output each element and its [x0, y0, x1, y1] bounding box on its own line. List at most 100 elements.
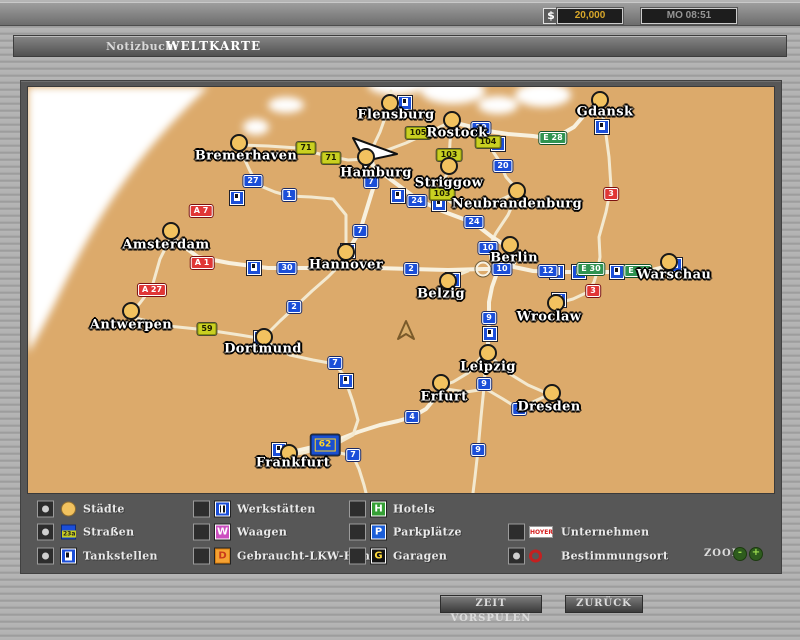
road-sign: E 30: [577, 263, 604, 275]
page-title: WELTKARTE: [166, 39, 261, 53]
road-sign: 62: [311, 435, 340, 456]
city-label: Flensburg: [357, 108, 434, 123]
city-label: Amsterdam: [122, 238, 209, 253]
time-display: MO 08:51: [641, 8, 737, 24]
legend-icon-holder: [529, 550, 542, 563]
legend-icon-holder: G: [371, 549, 386, 564]
fuel-station-icon: [339, 374, 353, 388]
road-sign: A 1: [191, 257, 214, 269]
legend-checkbox-strassen[interactable]: [37, 524, 54, 541]
legend-checkbox-staedte[interactable]: [37, 501, 54, 518]
legend-icon-holder: P: [371, 525, 386, 540]
city-marker[interactable]: [440, 157, 458, 175]
legend-label-werkstaetten: Werkstätten: [237, 503, 316, 516]
road-sign: 2: [287, 301, 301, 313]
road-sign: 1: [282, 189, 296, 201]
back-button[interactable]: ZURÜCK: [565, 595, 643, 613]
legend-icon-holder: [215, 502, 230, 517]
road-sign: 59: [197, 323, 216, 335]
destination-icon: [529, 550, 542, 563]
road-sign: 3: [604, 188, 618, 200]
top-status-bar: $ 20,000 MO 08:51: [0, 2, 800, 26]
legend-icon-holder: [61, 549, 76, 564]
road-sign: 7: [328, 357, 342, 369]
legend-label-strassen: Straßen: [83, 526, 134, 539]
city-label: Leipzig: [460, 360, 516, 375]
city-label: Warschau: [637, 268, 712, 283]
road-sign: 24: [407, 195, 426, 207]
road-sign: E 28: [539, 132, 566, 144]
road-sign: 12: [538, 265, 557, 277]
legend-label-waagen: Waagen: [237, 526, 287, 539]
road-icon: 23a: [61, 525, 76, 540]
legend-checkbox-hotels[interactable]: [349, 501, 366, 518]
city-label: Berlin: [490, 251, 538, 266]
hotel-icon: H: [371, 502, 386, 517]
city-label: Wroclaw: [517, 310, 582, 325]
city-label: Belzig: [417, 287, 465, 302]
road-sign: 30: [277, 262, 296, 274]
legend-label-unternehmen: Unternehmen: [561, 526, 649, 539]
fuel-station-icon: [483, 327, 497, 341]
fuel-station-icon: [610, 265, 624, 279]
legend-checkbox-parkplaetze[interactable]: [349, 524, 366, 541]
fast-forward-time-button[interactable]: ZEIT VORSPULEN: [440, 595, 542, 613]
city-label: Dresden: [517, 400, 580, 415]
notebook-header-bar: Notizbuch: WELTKARTE: [13, 35, 787, 57]
road-sign: A 27: [138, 284, 166, 296]
world-map[interactable]: 2717724242020302210101299944777171105104…: [27, 86, 775, 494]
legend-checkbox-gebraucht-lkw[interactable]: [193, 548, 210, 565]
city-label: Antwerpen: [90, 318, 172, 333]
legend-icon-holder: HOYER: [529, 526, 553, 538]
city-label: Hamburg: [340, 166, 412, 181]
legend-icon-holder: 23a: [61, 525, 76, 540]
map-panel: 2717724242020302210101299944777171105104…: [20, 80, 782, 574]
city-label: Dortmund: [224, 342, 302, 357]
road-sign: 9: [477, 378, 491, 390]
zoom-in-button[interactable]: +: [749, 547, 763, 561]
road-sign: 9: [471, 444, 485, 456]
company-icon: HOYER: [529, 526, 553, 538]
legend-label-hotels: Hotels: [393, 503, 435, 516]
road-sign: 20: [493, 160, 512, 172]
city-label: Erfurt: [420, 390, 467, 405]
checkbox-dot: [42, 506, 49, 513]
road-sign: A 7: [190, 205, 213, 217]
legend-label-parkplaetze: Parkplätze: [393, 526, 462, 539]
legend-checkbox-tankstellen[interactable]: [37, 548, 54, 565]
dealer-icon: D: [215, 549, 230, 564]
garage-icon: G: [371, 549, 386, 564]
junction-ring-icon: [476, 262, 491, 277]
workshop-icon: [215, 502, 230, 517]
zoom-out-button[interactable]: -: [733, 547, 747, 561]
map-markers-layer: 2717724242020302210101299944777171105104…: [28, 87, 774, 493]
city-label: Rostock: [426, 126, 487, 141]
road-sign: 9: [482, 312, 496, 324]
legend-checkbox-werkstaetten[interactable]: [193, 501, 210, 518]
road-sign: 4: [405, 411, 419, 423]
road-sign: 2: [404, 263, 418, 275]
legend-icon-holder: D: [215, 549, 230, 564]
city-marker[interactable]: [357, 148, 375, 166]
road-sign: 3: [586, 285, 600, 297]
checkbox-dot: [513, 553, 520, 560]
parking-icon: P: [371, 525, 386, 540]
legend-checkbox-bestimmungsort[interactable]: [508, 548, 525, 565]
legend-label-tankstellen: Tankstellen: [83, 550, 158, 563]
scale-icon: W: [215, 525, 230, 540]
city-label: Neubrandenburg: [452, 197, 582, 212]
weltkarte-screen: { "topbar": {"currency_symbol": "$", "mo…: [0, 0, 800, 640]
legend-icon-holder: W: [215, 525, 230, 540]
money-display: 20,000: [557, 8, 623, 24]
map-legend: Städte23aStraßenTankstellenWerkstättenWW…: [21, 493, 781, 573]
road-sign: 71: [296, 142, 315, 154]
legend-label-garagen: Garagen: [393, 550, 447, 563]
legend-checkbox-unternehmen[interactable]: [508, 524, 525, 541]
legend-checkbox-waagen[interactable]: [193, 524, 210, 541]
road-sign: 27: [243, 175, 262, 187]
fuel-icon: [61, 549, 76, 564]
fuel-station-icon: [391, 189, 405, 203]
city-label: Striggow: [415, 176, 483, 191]
legend-checkbox-garagen[interactable]: [349, 548, 366, 565]
road-sign: 7: [346, 449, 360, 461]
